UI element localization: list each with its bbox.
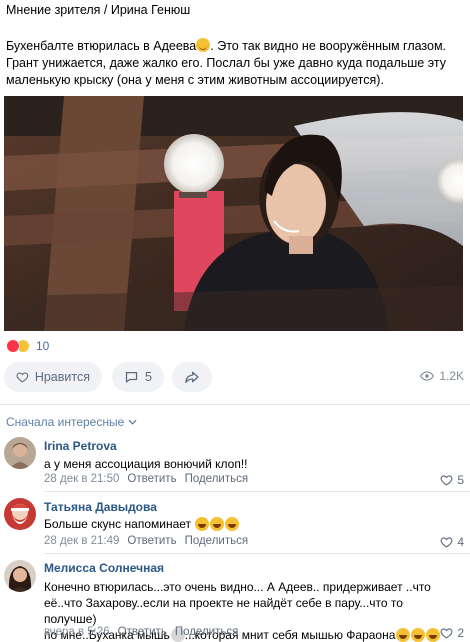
comment-text-line: Конечно втюрилась...это очень видно... А… [44,580,431,594]
reply-button[interactable]: Ответить [118,626,167,638]
eye-icon [420,371,435,381]
reply-button[interactable]: Ответить [127,535,176,547]
community-title[interactable]: Мнение зрителя / Ирина Генюш [6,3,190,17]
post-photo[interactable] [4,96,463,331]
comment-like-button[interactable]: 2 [440,626,464,640]
avatar-image [4,437,36,469]
post-photo-image [4,96,463,331]
laughing-emoji-icon [225,517,240,531]
divider [44,491,470,492]
share-icon [185,371,199,383]
heart-icon [440,475,453,486]
laughing-emoji-icon [210,517,225,531]
comment-text-content: Больше скунс напоминает [44,517,192,531]
divider [0,404,470,405]
comment-item: Irina Petrova а у меня ассоциация вонючи… [0,437,470,489]
heart-reaction-icon [6,339,20,353]
comment-author[interactable]: Татьяна Давыдова [44,500,157,514]
comment-likes: 5 [457,473,464,487]
post-text-part1: Бухенбалте втюрилась в Адеева [6,39,197,53]
like-button[interactable]: Нравится [4,362,102,392]
comment-author[interactable]: Мелисса Солнечная [44,561,164,575]
comment-item: Татьяна Давыдова Больше скунс напоминает… [0,498,470,550]
comments-count: 5 [145,370,152,384]
heart-icon [440,628,453,639]
comment-item: Мелисса Солнечная Конечно втюрилась...эт… [0,560,470,642]
avatar-image [4,498,36,530]
comment-text: а у меня ассоциация вонючий клоп!! [44,457,248,471]
comment-meta: вчера в 5:26 Ответить Поделиться [44,626,238,638]
smile-emoji-icon [196,38,211,52]
comment-author[interactable]: Irina Petrova [44,439,117,453]
avatar[interactable] [4,437,36,469]
comment-text-line: её..что Захарову..если на проекте не най… [44,596,403,626]
comment-like-button[interactable]: 5 [440,473,464,487]
laughing-emoji-icon [396,628,411,642]
comment-date[interactable]: 28 дек в 21:49 [44,535,119,547]
comment-date[interactable]: 28 дек в 21:50 [44,473,119,485]
avatar-image [4,560,36,592]
post-reactions[interactable]: 10 [6,338,49,354]
comment-likes: 4 [457,535,464,549]
comment-button[interactable]: 5 [112,362,164,392]
comment-text: Больше скунс напоминает [44,516,458,532]
comment-date[interactable]: вчера в 5:26 [44,626,110,638]
avatar[interactable] [4,498,36,530]
comment-icon [125,371,138,383]
comment-meta: 28 дек в 21:50 Ответить Поделиться [44,473,248,485]
avatar[interactable] [4,560,36,592]
share-comment-button[interactable]: Поделиться [175,626,239,638]
laughing-emoji-icon [411,628,426,642]
share-comment-button[interactable]: Поделиться [185,535,249,547]
views-count: 1.2K [439,369,464,383]
comments-sort-dropdown[interactable]: Сначала интересные [6,415,137,429]
post-text: Бухенбалте втюрилась в Адеева. Это так в… [6,38,466,89]
divider [44,553,470,554]
share-button[interactable] [172,362,212,392]
heart-icon [440,537,453,548]
reply-button[interactable]: Ответить [127,473,176,485]
views-counter: 1.2K [420,369,464,383]
reaction-icons [6,339,30,353]
comment-meta: 28 дек в 21:49 Ответить Поделиться [44,535,248,547]
share-comment-button[interactable]: Поделиться [185,473,249,485]
laughing-emoji-icon [426,628,441,642]
sort-label: Сначала интересные [6,415,125,429]
like-label: Нравится [34,370,90,384]
comment-like-button[interactable]: 4 [440,535,464,549]
reactions-count: 10 [36,339,50,353]
laughing-emoji-icon [195,517,210,531]
chevron-down-icon [128,419,137,425]
comment-likes: 2 [457,626,464,640]
heart-icon [16,372,29,383]
